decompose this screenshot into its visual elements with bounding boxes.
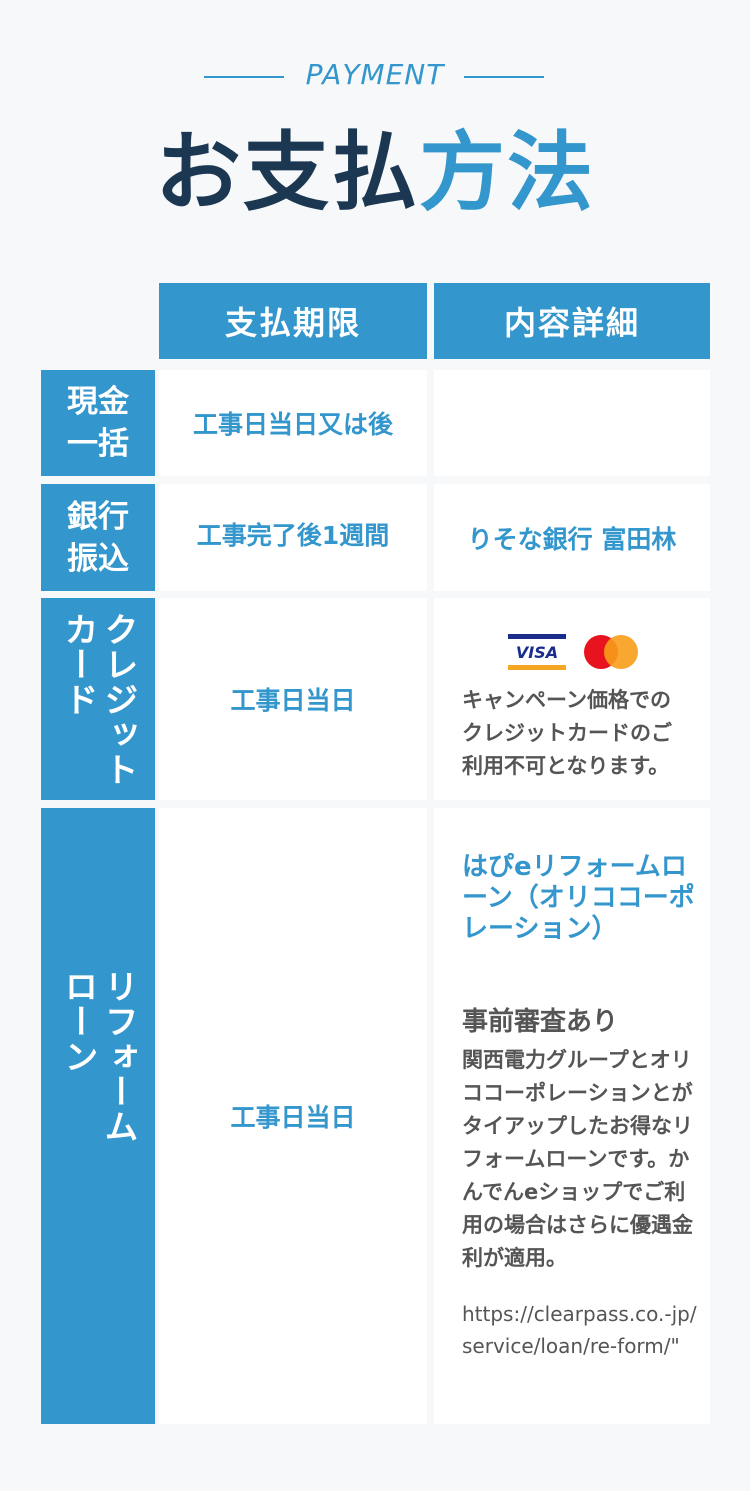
loan-deadline: 工事日当日 xyxy=(230,1103,356,1132)
row-label-credit: クレジット カード xyxy=(41,598,155,800)
row-label-bank: 銀行 振込 xyxy=(41,484,155,591)
page-title-dark: お支払 xyxy=(155,123,419,223)
credit-deadline-cell: 工事日当日 xyxy=(159,598,427,800)
page-title-blue: 方法 xyxy=(419,123,595,223)
row-label-credit-text: クレジット カード xyxy=(58,612,138,787)
row-label-bank-line2: 振込 xyxy=(67,540,129,577)
row-label-cash: 現金 一括 xyxy=(41,370,155,476)
mastercard-logo-orange xyxy=(604,635,638,669)
page-title: お支払方法 xyxy=(0,118,750,228)
page-header: PAYMENT お支払方法 xyxy=(0,0,750,240)
column-header-deadline: 支払期限 xyxy=(159,283,427,359)
credit-deadline: 工事日当日 xyxy=(230,686,356,715)
credit-note: キャンペーン価格でのクレジットカードのご利用不可となります。 xyxy=(462,688,672,778)
credit-detail-cell: VISA キャンペーン価格でのクレジットカードのご利用不可となります。 xyxy=(434,598,710,800)
bank-name: りそな銀行 富田林 xyxy=(467,524,677,554)
row-label-loan-text: リフォーム ローン xyxy=(58,969,138,1144)
loan-description: 関西電力グループとオリココーポレーションとがタイアップしたお得なリフォームローン… xyxy=(462,1048,693,1270)
cash-deadline: 工事日当日又は後 xyxy=(192,410,393,439)
loan-product-title: はぴeリフォームローン（オリココーポレーション） xyxy=(462,852,695,944)
bank-detail-cell: りそな銀行 富田林 xyxy=(434,484,710,591)
card-brand-logos: VISA xyxy=(508,632,640,672)
loan-screening-note: 事前審査あり xyxy=(462,1007,619,1037)
row-label-credit-col1: クレジット xyxy=(98,611,138,787)
eyebrow-label: PAYMENT xyxy=(305,58,445,91)
loan-url[interactable]: https://clearpass.co.-jp/service/loan/re… xyxy=(462,1298,702,1362)
cash-deadline-cell: 工事日当日又は後 xyxy=(159,370,427,476)
bank-deadline: 工事完了後1週間 xyxy=(196,520,390,550)
bank-deadline-cell: 工事完了後1週間 xyxy=(159,484,427,591)
cash-detail-cell xyxy=(434,370,710,476)
row-label-loan: リフォーム ローン xyxy=(41,808,155,1424)
row-label-bank-line1: 銀行 xyxy=(67,498,129,535)
row-label-credit-col2: カード xyxy=(58,611,98,717)
loan-detail-cell: はぴeリフォームローン（オリココーポレーション） 事前審査あり 関西電力グループ… xyxy=(434,808,710,1424)
loan-deadline-cell: 工事日当日 xyxy=(159,808,427,1424)
row-label-cash-line2: 一括 xyxy=(67,426,129,462)
row-label-loan-col2: ローン xyxy=(58,968,98,1074)
visa-logo: VISA xyxy=(508,634,566,670)
row-label-cash-line1: 現金 xyxy=(67,384,129,420)
row-label-loan-col1: リフォーム xyxy=(98,968,138,1144)
column-header-detail: 内容詳細 xyxy=(434,283,710,359)
